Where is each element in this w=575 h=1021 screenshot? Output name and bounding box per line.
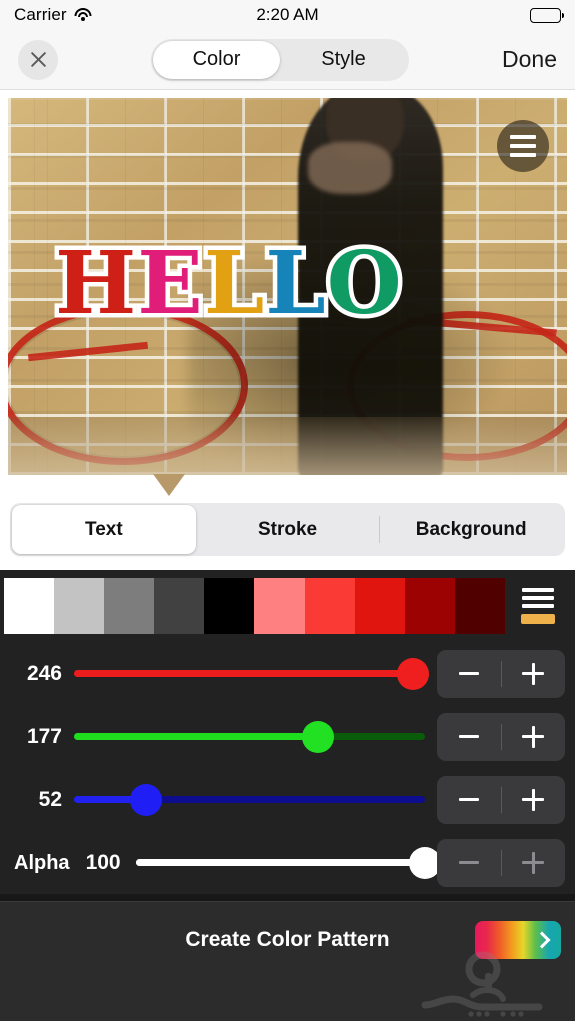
color-swatch-mid-gray[interactable] <box>104 578 155 634</box>
color-swatch-light-gray[interactable] <box>54 578 105 634</box>
green-decrement-button[interactable] <box>437 735 501 738</box>
color-swatch-light-red[interactable] <box>304 578 355 634</box>
red-slider-knob[interactable] <box>396 657 429 690</box>
navigation-bar: Color Style Done <box>0 30 575 90</box>
green-slider[interactable] <box>74 720 425 753</box>
close-button[interactable] <box>18 39 58 80</box>
color-editor-screen: Carrier 2:20 AM Color Style Done H E L L… <box>0 0 575 1021</box>
hamburger-menu-icon <box>522 588 554 608</box>
letter-h: H <box>50 233 140 334</box>
red-increment-button[interactable] <box>501 662 565 685</box>
tab-color[interactable]: Color <box>153 40 280 79</box>
alpha-slider[interactable] <box>136 846 441 879</box>
green-increment-button[interactable] <box>501 725 565 748</box>
green-slider-fill <box>74 733 318 740</box>
status-bar: Carrier 2:20 AM <box>0 0 575 30</box>
green-stepper[interactable] <box>437 712 565 761</box>
blue-slider-knob[interactable] <box>129 783 162 816</box>
blue-increment-button[interactable] <box>501 788 565 811</box>
color-panel: 246 177 52 Alpha 100 <box>0 570 575 903</box>
preview-container: H E L L O <box>0 90 575 496</box>
red-decrement-button[interactable] <box>437 672 501 675</box>
alpha-decrement-button[interactable] <box>437 861 501 864</box>
ground-strip <box>8 417 567 475</box>
hello-text-overlay[interactable]: H E L L O <box>50 233 406 334</box>
palette-menu-button[interactable] <box>505 588 571 624</box>
slider-row-green: 177 <box>0 705 575 768</box>
slider-row-alpha: Alpha 100 <box>0 831 575 894</box>
alpha-value: 100 <box>85 850 121 874</box>
current-color-chip <box>521 614 555 624</box>
tab-style[interactable]: Style <box>280 41 407 79</box>
letter-l2: L <box>261 233 331 334</box>
slider-row-blue: 52 <box>0 768 575 831</box>
green-value: 177 <box>26 724 62 748</box>
done-button[interactable]: Done <box>502 46 557 73</box>
color-swatch-list <box>4 578 505 634</box>
bottom-action-bar: Create Color Pattern <box>0 901 575 1021</box>
red-slider-fill <box>74 670 413 677</box>
rgb-slider-list: 246 177 52 <box>0 642 575 831</box>
alpha-increment-button[interactable] <box>501 851 565 874</box>
alpha-slider-fill <box>136 859 425 866</box>
status-bar-left: Carrier <box>14 5 92 25</box>
blue-slider[interactable] <box>74 783 425 816</box>
alpha-header: Alpha 100 <box>10 851 128 875</box>
blue-stepper[interactable] <box>437 775 565 824</box>
preview-menu-button[interactable] <box>497 120 549 172</box>
color-swatch-red[interactable] <box>354 578 405 634</box>
blue-decrement-button[interactable] <box>437 798 501 801</box>
carrier-label: Carrier <box>14 5 67 24</box>
red-slider[interactable] <box>74 657 429 690</box>
site-watermark <box>421 951 543 1017</box>
close-x-icon <box>30 52 46 67</box>
color-swatch-dark-red[interactable] <box>404 578 455 634</box>
color-swatch-white[interactable] <box>4 578 55 634</box>
color-swatch-dark-gray[interactable] <box>154 578 205 634</box>
chevron-right-icon <box>533 931 551 949</box>
red-stepper[interactable] <box>437 649 565 698</box>
status-bar-right <box>530 7 565 23</box>
red-value: 246 <box>26 661 62 685</box>
letter-l1: L <box>199 233 269 334</box>
letter-o: O <box>322 233 406 334</box>
image-preview[interactable]: H E L L O <box>8 98 567 475</box>
tab-stroke[interactable]: Stroke <box>196 505 380 554</box>
tab-background[interactable]: Background <box>379 505 563 554</box>
color-swatch-salmon[interactable] <box>254 578 305 634</box>
person-scarf <box>308 142 392 194</box>
wifi-icon <box>74 8 92 22</box>
slider-row-red: 246 <box>0 642 575 705</box>
swatch-row <box>0 570 575 642</box>
tab-text[interactable]: Text <box>12 505 196 554</box>
target-segmented-container: Text Stroke Background <box>0 495 575 570</box>
target-segmented-control: Text Stroke Background <box>10 503 565 556</box>
green-slider-knob[interactable] <box>301 720 334 753</box>
alpha-title: Alpha <box>14 851 70 874</box>
blue-value: 52 <box>38 787 62 811</box>
preview-pointer-notch <box>16 474 575 496</box>
color-swatch-darkest-red[interactable] <box>454 578 505 634</box>
battery-icon <box>530 7 565 23</box>
create-color-pattern-button[interactable] <box>475 921 561 959</box>
alpha-stepper[interactable] <box>437 838 565 887</box>
mode-segmented-control: Color Style <box>151 38 409 81</box>
color-swatch-black[interactable] <box>204 578 255 634</box>
letter-e: E <box>133 233 207 334</box>
